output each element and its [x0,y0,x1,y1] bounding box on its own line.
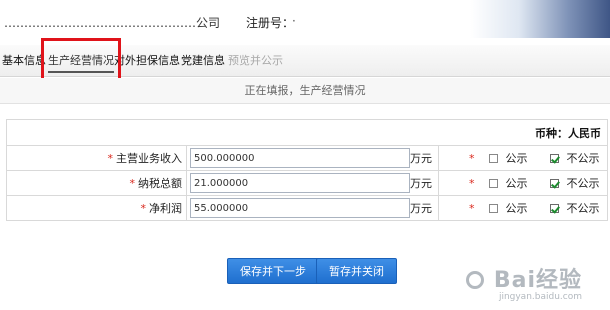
row-label-cell: * 主营业务收入 [6,145,187,171]
not-public-option-label: 不公示 [566,177,600,190]
net-profit-label: 净利润 [149,202,182,215]
row-value-cell: 万元 [186,195,439,221]
row-label-cell: * 净利润 [6,195,187,221]
header-banner-image [470,0,610,38]
required-mark: * [469,202,475,215]
currency-row: 币种：人民币 [6,119,608,146]
unit-label: 万元 [410,152,432,165]
tab-external-guarantee[interactable]: 对外担保信息 [114,45,180,76]
not-public-checkbox[interactable] [549,179,559,188]
table-row: *纳税总额 万元 *公示不公示 [6,170,608,196]
main-revenue-input[interactable] [190,148,410,168]
table-row: *净利润 万元 *公示不公示 [6,195,608,221]
public-checkbox[interactable] [488,179,498,188]
row-publish-cell: * 公示 不公示 [438,170,608,196]
tab-production-operation[interactable]: 生产经营情况 [48,45,114,76]
row-value-cell: 万元 [186,145,439,171]
registration-number-value: · [292,14,296,28]
tab-party-building[interactable]: 党建信息 [181,45,225,76]
required-mark: * [469,177,475,190]
total-tax-input[interactable] [190,173,410,193]
not-public-checkbox[interactable] [549,154,559,163]
tab-basic-info[interactable]: 基本信息 [2,45,46,76]
required-mark: * [107,152,114,165]
currency-label: 币种：人民币 [6,119,608,146]
unit-label: 万元 [410,202,432,215]
production-operation-form: 币种：人民币 *主营业务收入 万元 *公示不公示 *纳税总额 万元 *公示不公示… [6,119,608,221]
row-value-cell: 万元 [186,170,439,196]
public-checkbox[interactable] [488,154,498,163]
row-label-cell: * 纳税总额 [6,170,187,196]
row-publish-cell: * 公示 不公示 [438,195,608,221]
required-mark: * [140,202,147,215]
total-tax-label: 纳税总额 [138,177,182,190]
watermark-logo: Bai经验 [465,262,582,294]
table-row: *主营业务收入 万元 *公示不公示 [6,145,608,171]
filling-status: 正在填报，生产经营情况 [0,78,610,104]
not-public-option-label: 不公示 [566,152,600,165]
row-publish-cell: * 公示 不公示 [438,145,608,171]
not-public-option-label: 不公示 [566,202,600,215]
save-and-next-button[interactable]: 保存并下一步 [227,258,319,284]
page-header: …………………………………………公司 注册号： · [0,0,610,38]
main-revenue-label: 主营业务收入 [116,152,182,165]
tab-preview-publish: 预览并公示 [228,54,283,67]
public-option-label: 公示 [505,152,528,165]
public-option-label: 公示 [505,202,528,215]
paw-icon [466,271,485,289]
tab-bar: 基本信息 生产经营情况 对外担保信息 党建信息 预览并公示 [0,45,610,77]
baidu-jingyan-watermark: Bai经验 jingyan.baidu.com [465,262,582,302]
net-profit-input[interactable] [190,198,410,218]
public-option-label: 公示 [505,177,528,190]
public-checkbox[interactable] [488,204,498,213]
watermark-logo-text: Bai经验 [493,268,582,293]
unit-label: 万元 [410,177,432,190]
registration-number-label: 注册号： [246,16,295,30]
required-mark: * [469,152,475,165]
company-name: …………………………………………公司 [4,16,221,30]
required-mark: * [129,177,136,190]
save-and-close-button[interactable]: 暂存并关闭 [316,258,397,284]
not-public-checkbox[interactable] [549,204,559,213]
